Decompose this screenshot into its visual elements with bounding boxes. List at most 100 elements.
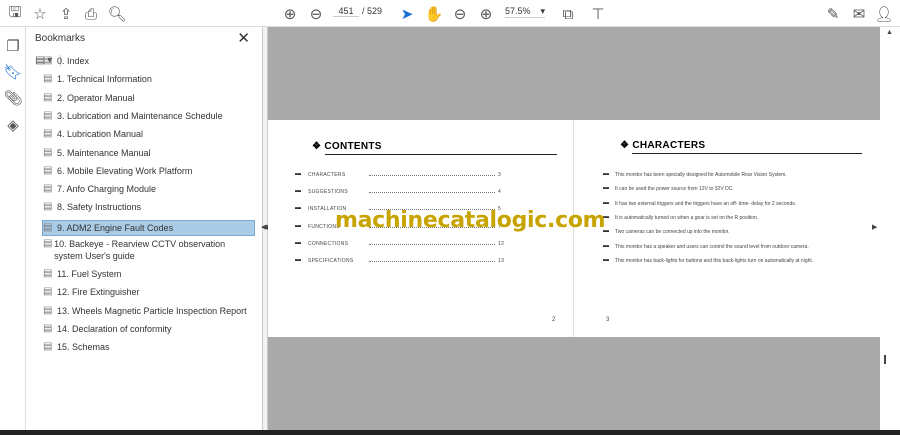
attachment-icon[interactable]: 📎︎ xyxy=(3,88,23,108)
bookmark-label: 2. Operator Manual xyxy=(57,92,135,103)
zoom-select[interactable]: 57.5% ▾ xyxy=(505,6,545,18)
page-number: 2 xyxy=(552,317,556,323)
bookmark-item[interactable]: ▤ 13. Wheels Magnetic Particle Inspection… xyxy=(43,305,255,317)
bookmark-label: 4. Lubrication Manual xyxy=(57,129,144,140)
close-icon[interactable]: ✕ xyxy=(237,29,250,47)
bookmark-item[interactable]: ▤ 3. Lubrication and Maintenance Schedule xyxy=(43,110,255,122)
save-icon[interactable]: 🖫 xyxy=(5,4,25,24)
zoom-out-icon[interactable]: ⊖ xyxy=(450,4,470,24)
characters-item: It can be used the power source from 12V… xyxy=(615,186,734,193)
bookmark-item[interactable]: ▤ 4. Lubrication Manual xyxy=(43,128,255,140)
toolbar: 🖫 ☆ ⇪ ⎙ 🔍︎ ⊕ ⊖ 451 / 529 ➤ ✋ ⊖ ⊕ 57.5% ▾… xyxy=(0,0,900,27)
characters-item: This monitor has been specially designed… xyxy=(615,172,787,178)
bullet: ▬ xyxy=(603,199,609,206)
bullet: ▬ xyxy=(295,257,301,263)
hand-icon[interactable]: ✋ xyxy=(424,4,444,24)
page-up-icon[interactable]: ⊕ xyxy=(280,4,300,24)
bookmark-label: 7. Anfo Charging Module xyxy=(57,184,157,195)
bookmark-label: 3. Lubrication and Maintenance Schedule xyxy=(57,110,223,121)
page-number-input[interactable]: 451 xyxy=(333,6,359,17)
next-page-arrow-icon[interactable]: ▶ xyxy=(872,223,877,231)
bullet: ▬ xyxy=(603,242,609,249)
vertical-scrollbar[interactable]: ▲ xyxy=(880,27,900,430)
zoom-in-icon[interactable]: ⊕ xyxy=(476,4,496,24)
bookmark-label: 11. Fuel System xyxy=(57,269,122,279)
divider xyxy=(325,154,557,155)
bookmark-page-icon: ▤ xyxy=(43,146,53,158)
bookmark-star-icon[interactable]: ☆ xyxy=(30,4,50,24)
bookmark-page-icon: ▤ xyxy=(43,322,53,334)
bookmark-item[interactable]: ▤ 8. Safety Instructions xyxy=(43,201,255,213)
bookmark-item[interactable]: ▤ 9. ADM2 Engine Fault Codes xyxy=(42,219,255,236)
prev-page-arrow-icon[interactable]: ◀ xyxy=(261,223,266,231)
bookmark-item[interactable]: ▤ 5. Maintenance Manual xyxy=(43,147,255,159)
contents-heading: ❖ CONTENTS xyxy=(312,141,382,152)
leader-dots xyxy=(369,241,495,245)
mail-icon[interactable]: ✉ xyxy=(849,4,869,24)
find-icon[interactable]: 🔍︎ xyxy=(107,4,127,24)
bookmark-label: 1. Technical Information xyxy=(57,74,152,85)
bookmark-item[interactable]: ▤ 14. Declaration of conformity xyxy=(43,323,255,335)
bookmark-page-icon: ▤ xyxy=(43,183,53,195)
bookmark-page-icon: ▤ xyxy=(43,109,53,121)
bookmark-item[interactable]: ▤ 10. Backeye - Rearview CCTV observation… xyxy=(43,238,255,262)
bookmark-item[interactable]: ▤ 1. Technical Information xyxy=(43,73,255,85)
bullet: ▬ xyxy=(603,185,609,192)
characters-heading: ❖ CHARACTERS xyxy=(620,140,706,151)
sign-icon[interactable]: ✎ xyxy=(823,4,843,24)
bullet: ▬ xyxy=(295,205,301,212)
layers-icon[interactable]: ◈ xyxy=(3,115,23,135)
bullet: ▬ xyxy=(295,239,301,246)
divider xyxy=(632,153,862,154)
bookmark-label: 14. Declaration of conformity xyxy=(57,323,172,334)
scroll-thumb[interactable] xyxy=(884,355,886,364)
fit-page-icon[interactable]: ⧉ xyxy=(558,4,578,24)
bookmark-item[interactable]: ▤ 6. Mobile Elevating Work Platform xyxy=(43,165,255,177)
bullet: ▬ xyxy=(295,222,301,229)
toc-page: 12 xyxy=(498,240,505,247)
bookmark-label: 5. Maintenance Manual xyxy=(57,147,151,158)
bookmark-page-icon: ▤ xyxy=(43,286,53,298)
print-icon[interactable]: ⎙ xyxy=(81,4,101,24)
leader-dots xyxy=(369,258,495,262)
bookmark-label: 0. Index xyxy=(57,56,90,66)
bookmark-page-icon: ▤ xyxy=(43,128,53,140)
pages-icon[interactable]: ❐ xyxy=(3,36,23,56)
characters-item: It has two external triggers and the tri… xyxy=(615,200,797,207)
bookmark-page-icon: ▤ xyxy=(43,341,53,353)
bullet: ▬ xyxy=(295,171,301,177)
bookmark-label: 8. Safety Instructions xyxy=(57,202,142,213)
zoom-value: 57.5% xyxy=(505,6,531,16)
bookmark-item[interactable]: ▤ 12. Fire Extinguisher xyxy=(43,286,255,298)
characters-item: This monitor has a speaker and users can… xyxy=(615,243,809,250)
account-icon[interactable]: 👤︎ xyxy=(874,4,894,24)
panel-title: Bookmarks xyxy=(35,33,86,44)
upload-icon[interactable]: ⇪ xyxy=(56,4,76,24)
bullet: ▬ xyxy=(603,171,609,177)
select-cursor-icon[interactable]: ➤ xyxy=(397,4,417,24)
page-down-icon[interactable]: ⊖ xyxy=(306,4,326,24)
heading-text: CHARACTERS xyxy=(632,140,706,151)
bookmark-page-icon: ▤ xyxy=(43,73,53,85)
bookmark-item[interactable]: ▤ 7. Anfo Charging Module xyxy=(43,183,255,195)
bookmark-page-icon: ▤ xyxy=(43,55,53,66)
read-mode-icon[interactable]: ⊤ xyxy=(588,4,608,24)
bookmarks-panel: Bookmarks ✕ ▤ ▾ ▤ 0. Index ▤ 1. Technical I… xyxy=(27,27,263,430)
bookmark-label: 13. Wheels Magnetic Particle Inspection … xyxy=(57,305,247,316)
scroll-up-icon[interactable]: ▲ xyxy=(886,29,893,36)
taskbar-edge xyxy=(0,430,900,435)
bookmark-page-icon: ▤ xyxy=(43,304,53,316)
bookmark-label: 9. ADM2 Engine Fault Codes xyxy=(57,222,174,233)
bookmark-item[interactable]: ▤ 2. Operator Manual xyxy=(43,92,255,104)
bookmark-item[interactable]: ▤ 0. Index xyxy=(43,55,255,67)
page-number: 3 xyxy=(606,317,610,323)
bookmarks-icon[interactable]: 🔖︎ xyxy=(3,62,23,82)
leader-dots xyxy=(369,189,495,194)
leader-dots xyxy=(369,172,495,176)
left-rail: ❐ 🔖︎ 📎︎ ◈ xyxy=(0,27,26,430)
toc-title: SUGGESTIONS xyxy=(308,189,348,196)
bookmark-label: 6. Mobile Elevating Work Platform xyxy=(57,165,193,176)
bookmark-page-icon: ▤ xyxy=(43,91,53,103)
bookmark-item[interactable]: ▤ 15. Schemas xyxy=(43,341,255,353)
bookmark-item[interactable]: ▤ 11. Fuel System xyxy=(43,268,255,280)
